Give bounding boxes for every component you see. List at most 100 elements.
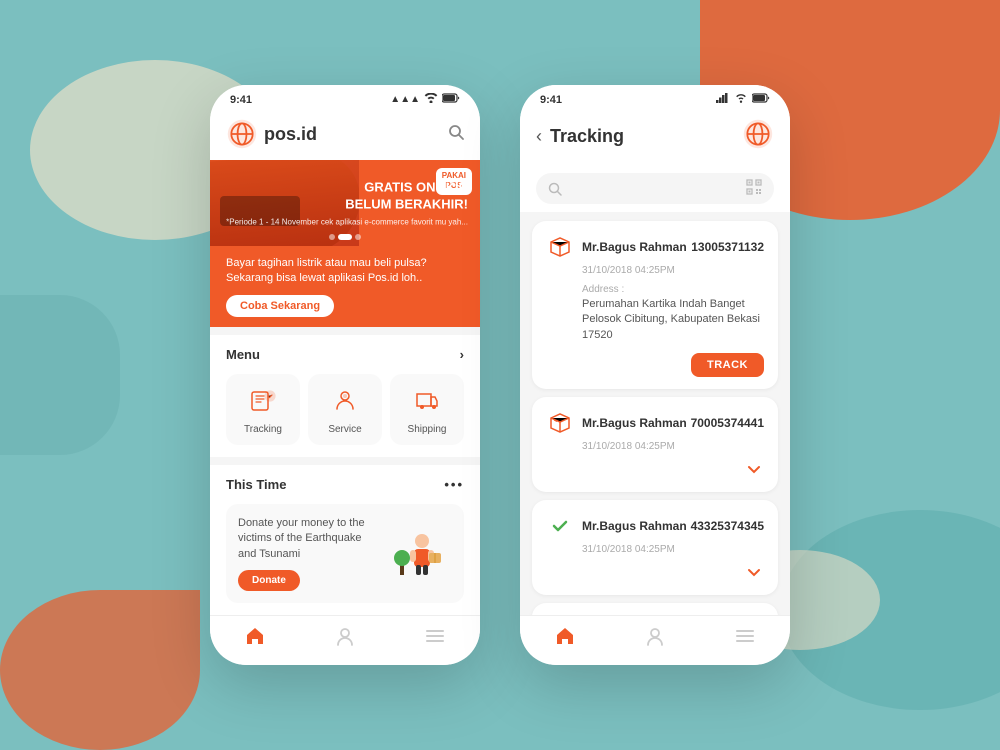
donate-card: Donate your money to the victims of the … xyxy=(226,504,464,603)
shipping-label: Shipping xyxy=(408,424,447,435)
package-icon-2 xyxy=(546,409,574,437)
nav-profile-phone2[interactable] xyxy=(635,626,675,651)
tracking-search xyxy=(520,165,790,212)
banner-text: GRATIS ONGKIR BELUM BERAKHIR! *Periode 1… xyxy=(226,180,468,227)
wifi-icon xyxy=(424,93,438,106)
banner-dots xyxy=(329,234,361,240)
service-icon xyxy=(329,384,361,416)
tracking-icon xyxy=(247,384,279,416)
coba-sekarang-button[interactable]: Coba Sekarang xyxy=(226,295,334,317)
profile-icon-2 xyxy=(645,626,665,651)
card-1-address: Perumahan Kartika Indah BangetPelosok Ci… xyxy=(582,297,764,343)
card-1-number: 13005371132 xyxy=(691,240,764,254)
nav-profile-phone1[interactable] xyxy=(325,626,365,651)
this-time-label: This Time xyxy=(226,477,286,492)
bottom-nav-phone2 xyxy=(520,615,790,665)
package-icon-1 xyxy=(546,233,574,261)
nav-menu-phone1[interactable] xyxy=(415,626,455,651)
card-2-name: Mr.Bagus Rahman xyxy=(582,416,687,430)
phone1-header: pos.id xyxy=(210,110,480,160)
menu-label: Menu xyxy=(226,347,260,362)
promo-text: Bayar tagihan listrik atau mau beli puls… xyxy=(226,256,464,287)
card-1-date: 31/10/2018 04:25PM xyxy=(582,265,764,276)
nav-home-phone2[interactable] xyxy=(545,626,585,651)
donate-button[interactable]: Donate xyxy=(238,570,300,591)
hamburger-icon xyxy=(425,626,445,651)
status-icons-phone2 xyxy=(716,93,770,106)
search-wrapper xyxy=(536,173,774,204)
time-phone1: 9:41 xyxy=(230,94,252,106)
tracking-list: Mr.Bagus Rahman 13005371132 31/10/2018 0… xyxy=(520,213,790,615)
card-1-name: Mr.Bagus Rahman xyxy=(582,240,687,254)
dot-2 xyxy=(338,234,352,240)
menu-item-shipping[interactable]: Shipping xyxy=(390,374,464,445)
bottom-nav-phone1 xyxy=(210,615,480,665)
tracking-label: Tracking xyxy=(244,424,282,435)
home-icon xyxy=(245,626,265,651)
menu-arrow-icon[interactable]: › xyxy=(460,347,464,362)
dot-1 xyxy=(329,234,335,240)
logo-icon xyxy=(226,118,258,150)
dot-3 xyxy=(355,234,361,240)
phone-main: 9:41 ▲▲▲ pos.id xyxy=(210,85,480,665)
status-icons-phone1: ▲▲▲ xyxy=(390,93,460,106)
card-1-left: Mr.Bagus Rahman xyxy=(546,233,687,261)
tracking-card-4: Mr.Bagus Rahman 54765377310 31/10/2018 0… xyxy=(532,603,778,615)
this-time-section: This Time ••• Donate your money to the v… xyxy=(210,465,480,615)
tracking-card-1: Mr.Bagus Rahman 13005371132 31/10/2018 0… xyxy=(532,221,778,389)
promo-banner: PAKAI POS GRATIS ONGKIR BELUM BERAKHIR! … xyxy=(210,160,480,246)
nav-menu-phone2[interactable] xyxy=(725,626,765,651)
more-options-icon[interactable]: ••• xyxy=(444,477,464,492)
card-1-row1: Mr.Bagus Rahman 13005371132 xyxy=(546,233,764,261)
donate-description: Donate your money to the victims of the … xyxy=(238,516,382,562)
card-2-left: Mr.Bagus Rahman xyxy=(546,409,687,437)
signal-icon: ▲▲▲ xyxy=(390,94,420,105)
tracking-header: ‹ Tracking xyxy=(520,110,790,165)
battery-icon xyxy=(442,93,460,106)
card-2-number: 70005374441 xyxy=(691,416,764,430)
promo-section: Bayar tagihan listrik atau mau beli puls… xyxy=(210,246,480,327)
signal-icon-2 xyxy=(716,93,730,106)
status-bar-phone2: 9:41 xyxy=(520,85,790,110)
home-icon-2 xyxy=(555,626,575,651)
expand-card-3[interactable] xyxy=(546,563,764,583)
tracking-card-2: Mr.Bagus Rahman 70005374441 31/10/2018 0… xyxy=(532,397,778,492)
card-3-row1: Mr.Bagus Rahman 43325374345 xyxy=(546,512,764,540)
search-icon-tracking xyxy=(548,182,562,196)
wifi-icon-2 xyxy=(734,93,748,106)
profile-icon xyxy=(335,626,355,651)
card-1-actions: TRACK xyxy=(546,353,764,377)
tracking-logo xyxy=(742,118,774,155)
hamburger-icon-2 xyxy=(735,626,755,651)
card-3-number: 43325374345 xyxy=(691,519,764,533)
expand-card-2[interactable] xyxy=(546,460,764,480)
tracking-cards-container: Mr.Bagus Rahman 13005371132 31/10/2018 0… xyxy=(520,213,790,615)
menu-items-container: Tracking Service xyxy=(226,374,464,445)
back-button[interactable]: ‹ xyxy=(536,126,542,147)
tracking-header-center: ‹ Tracking xyxy=(536,126,624,147)
card-3-name: Mr.Bagus Rahman xyxy=(582,519,687,533)
time-phone2: 9:41 xyxy=(540,94,562,106)
card-3-left: Mr.Bagus Rahman xyxy=(546,512,687,540)
battery-icon-2 xyxy=(752,93,770,106)
shipping-icon xyxy=(411,384,443,416)
menu-item-service[interactable]: Service xyxy=(308,374,382,445)
check-icon-3 xyxy=(546,512,574,540)
donate-text-area: Donate your money to the victims of the … xyxy=(238,516,382,591)
service-label: Service xyxy=(328,424,361,435)
donate-illustration xyxy=(392,523,452,583)
menu-section: Menu › Tracking xyxy=(210,335,480,457)
card-1-address-label: Address : xyxy=(582,284,764,295)
search-button[interactable] xyxy=(448,124,464,145)
track-button-1[interactable]: TRACK xyxy=(691,353,764,377)
status-bar-phone1: 9:41 ▲▲▲ xyxy=(210,85,480,110)
nav-home-phone1[interactable] xyxy=(235,626,275,651)
menu-header: Menu › xyxy=(226,347,464,362)
card-2-date: 31/10/2018 04:25PM xyxy=(582,441,764,452)
menu-item-tracking[interactable]: Tracking xyxy=(226,374,300,445)
logo-area: pos.id xyxy=(226,118,317,150)
card-2-row1: Mr.Bagus Rahman 70005374441 xyxy=(546,409,764,437)
tracking-page-title: Tracking xyxy=(550,126,624,147)
tracking-card-3: Mr.Bagus Rahman 43325374345 31/10/2018 0… xyxy=(532,500,778,595)
qr-icon[interactable] xyxy=(746,179,762,198)
